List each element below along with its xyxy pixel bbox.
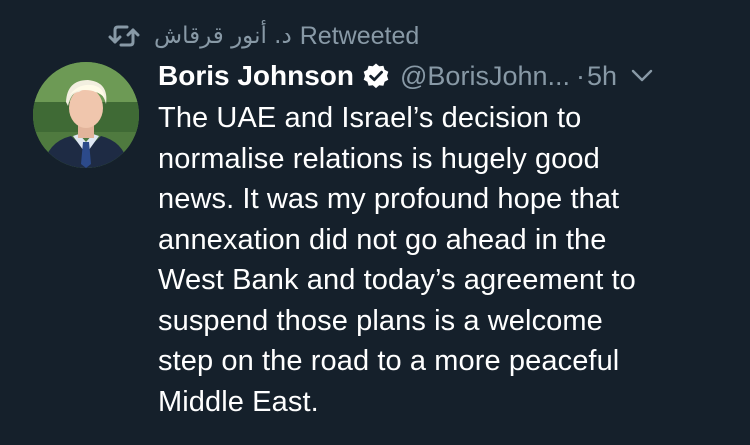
retweeter-name[interactable]: د. أنور قرقاش [154, 23, 292, 49]
verified-badge-icon [362, 62, 390, 90]
author-handle[interactable]: @BorisJohn... [400, 61, 570, 92]
tweet-text-line: Middle East. [158, 385, 319, 418]
tweet-text-line: news. It was my profound hope that [158, 183, 620, 215]
tweet-text-line: step on the road to a more peaceful [158, 345, 620, 377]
header-separator: · [576, 60, 585, 91]
retweet-context: د. أنور قرقاش Retweeted [108, 20, 419, 52]
author-name[interactable]: Boris Johnson [158, 60, 354, 92]
retweeted-label: Retweeted [299, 21, 420, 50]
chevron-down-icon[interactable] [631, 69, 653, 83]
tweet-text: The UAE and Israel’s decision to normali… [158, 98, 718, 422]
tweet-text-line: The UAE and Israel’s decision to [158, 102, 582, 134]
avatar[interactable] [33, 62, 139, 168]
retweet-icon [108, 22, 140, 50]
tweet-text-line: normalise relations is hugely good [158, 142, 600, 175]
tweet-card[interactable]: د. أنور قرقاش Retweeted Boris Johnson @B… [0, 0, 750, 445]
tweet-timestamp[interactable]: 5h [587, 61, 617, 92]
tweet-text-line: annexation did not go ahead in the [158, 223, 607, 256]
tweet-text-line: suspend those plans is a welcome [158, 304, 603, 337]
tweet-text-line: West Bank and today’s agreement to [158, 264, 636, 296]
tweet-header: Boris Johnson @BorisJohn... · 5h [158, 58, 730, 94]
